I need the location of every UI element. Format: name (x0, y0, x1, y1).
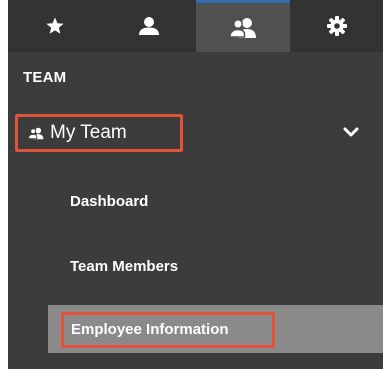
section-heading: TEAM (23, 69, 67, 86)
my-team-highlight: My Team (15, 114, 183, 152)
tab-profile[interactable] (102, 0, 196, 52)
nav-item-label: Dashboard (70, 192, 149, 210)
team-icon (28, 127, 44, 140)
tab-team[interactable] (196, 0, 290, 52)
gear-icon (326, 15, 348, 37)
team-icon (229, 17, 257, 39)
my-team-group[interactable]: My Team (8, 108, 383, 158)
chevron-down-icon[interactable] (343, 125, 359, 143)
tab-bar (8, 0, 383, 52)
my-team-label: My Team (50, 122, 127, 143)
nav-item-employee-information[interactable]: Employee Information (48, 305, 383, 353)
nav-item-dashboard[interactable]: Dashboard (8, 177, 383, 225)
tab-favorites[interactable] (8, 0, 102, 52)
user-icon (138, 16, 160, 36)
nav-item-label: Employee Information (71, 320, 229, 338)
tab-settings[interactable] (290, 0, 383, 52)
nav-item-label: Team Members (70, 257, 179, 275)
star-icon (45, 16, 65, 36)
side-panel: TEAM My Team Dashboard Team Members Empl… (8, 0, 383, 369)
nav-item-team-members[interactable]: Team Members (8, 242, 383, 290)
